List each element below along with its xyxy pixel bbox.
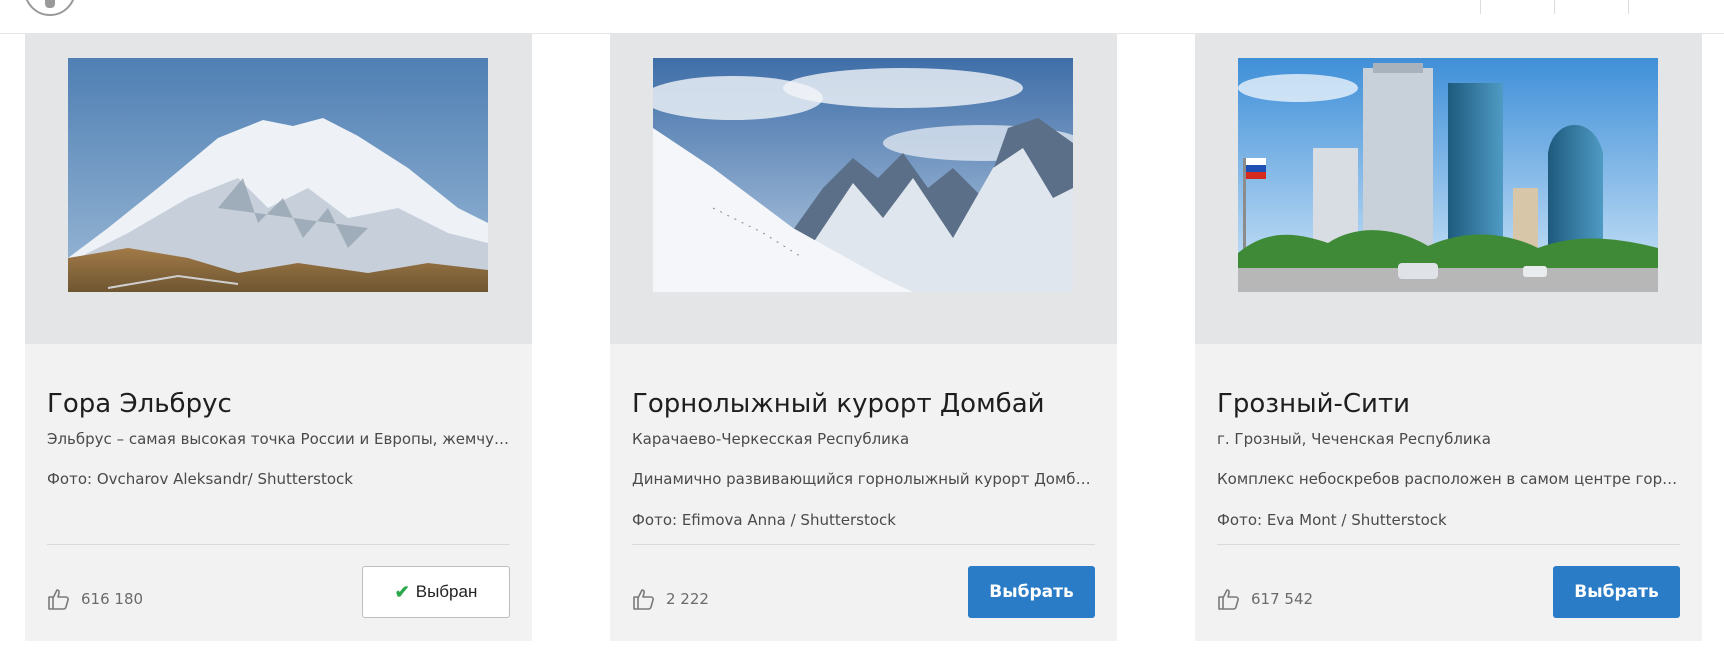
selected-button[interactable]: ✔ Выбран — [362, 566, 510, 618]
photo-elbrus[interactable] — [68, 58, 488, 292]
card-media — [610, 34, 1117, 344]
like-counter[interactable]: 2 222 — [632, 587, 709, 611]
like-count: 2 222 — [666, 590, 709, 608]
selected-button-label: Выбран — [415, 582, 478, 601]
card-title: Грозный-Сити — [1217, 389, 1410, 419]
header-separator — [1554, 0, 1555, 14]
card-location: г. Грозный, Чеченская Республика — [1217, 430, 1491, 448]
like-count: 616 180 — [81, 590, 144, 608]
card-photo-credit: Фото: Eva Mont / Shutterstock — [1217, 511, 1447, 529]
card-description: Комплекс небоскребов расположен в самом … — [1217, 470, 1682, 488]
card-divider — [632, 544, 1095, 545]
card-title: Горнолыжный курорт Домбай — [632, 389, 1045, 419]
card-media — [25, 34, 532, 344]
card-photo-credit: Фото: Ovcharov Aleksandr/ Shutterstock — [47, 470, 353, 488]
header-separator — [1628, 0, 1629, 14]
thumbs-up-icon[interactable] — [1217, 587, 1241, 611]
header-separator — [1480, 0, 1481, 14]
like-counter[interactable]: 616 180 — [47, 587, 143, 611]
card-media — [1195, 34, 1702, 344]
card-location: Карачаево-Черкесская Республика — [632, 430, 910, 448]
card-title: Гора Эльбрус — [47, 389, 232, 419]
check-icon: ✔ — [394, 581, 410, 602]
card-divider — [47, 544, 510, 545]
place-card-dombay: Горнолыжный курорт Домбай Карачаево-Черк… — [610, 34, 1117, 641]
like-counter[interactable]: 617 542 — [1217, 587, 1313, 611]
photo-grozny-city[interactable] — [1238, 58, 1658, 292]
user-avatar-icon[interactable] — [24, 0, 76, 16]
page: Гора Эльбрус Эльбрус – самая высокая точ… — [0, 0, 1724, 661]
like-count: 617 542 — [1251, 590, 1314, 608]
card-divider — [1217, 544, 1680, 545]
card-description: Динамично развивающийся горнолыжный куро… — [632, 470, 1097, 488]
thumbs-up-icon[interactable] — [632, 587, 656, 611]
place-card-elbrus: Гора Эльбрус Эльбрус – самая высокая точ… — [25, 34, 532, 641]
place-card-grozny-city: Грозный-Сити г. Грозный, Чеченская Респу… — [1195, 34, 1702, 641]
thumbs-up-icon[interactable] — [47, 587, 71, 611]
choose-button[interactable]: Выбрать — [968, 566, 1095, 618]
choose-button[interactable]: Выбрать — [1553, 566, 1680, 618]
photo-dombay[interactable] — [653, 58, 1073, 292]
card-description: Эльбрус – самая высокая точка России и Е… — [47, 430, 512, 448]
top-header — [0, 0, 1724, 34]
card-photo-credit: Фото: Efimova Anna / Shutterstock — [632, 511, 896, 529]
